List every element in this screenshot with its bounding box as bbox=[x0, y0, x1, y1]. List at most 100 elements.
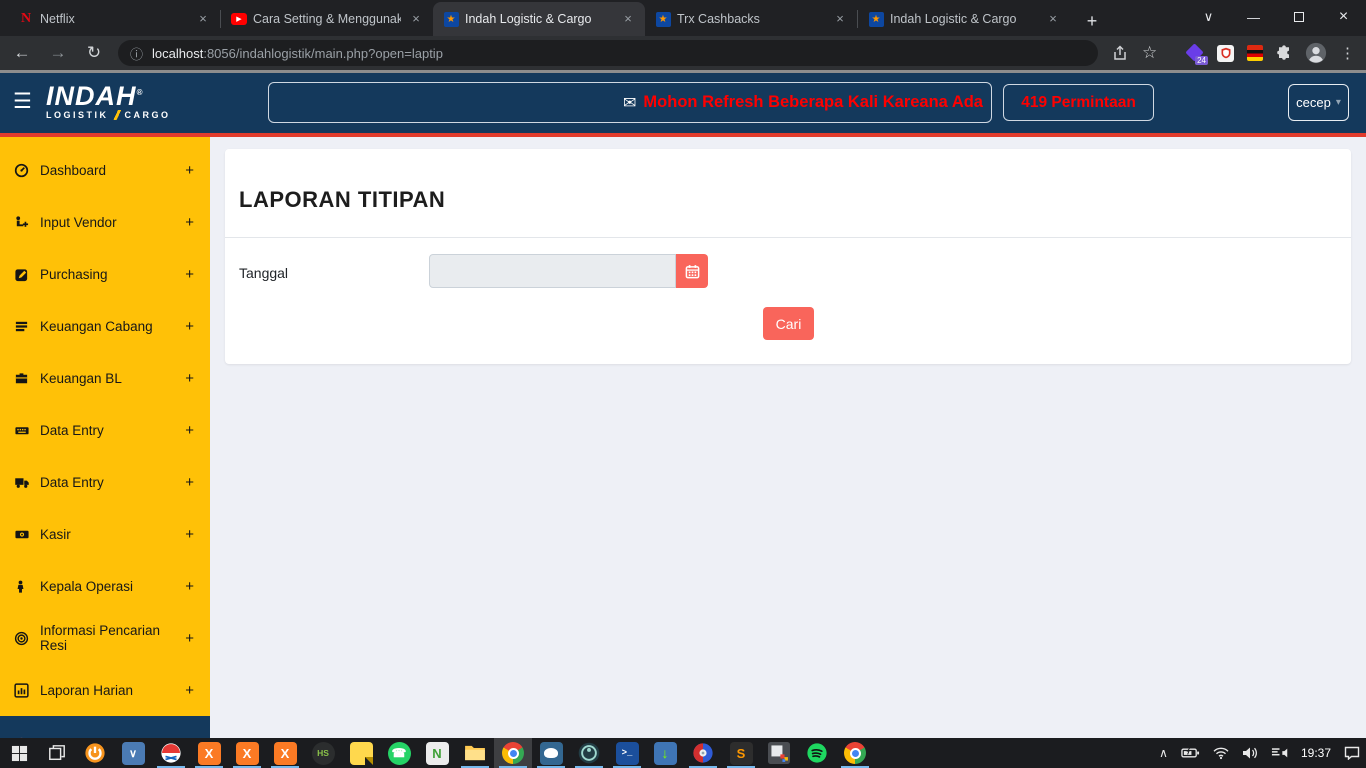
tab-trx-cashbacks[interactable]: ★ Trx Cashbacks × bbox=[645, 2, 857, 36]
remote-support-icon[interactable] bbox=[152, 738, 190, 768]
expand-plus-icon[interactable]: + bbox=[185, 266, 194, 283]
whatsapp-icon[interactable]: ☎ bbox=[380, 738, 418, 768]
xampp-icon[interactable]: X bbox=[266, 738, 304, 768]
file-explorer-icon[interactable] bbox=[456, 738, 494, 768]
share-icon[interactable] bbox=[1112, 45, 1128, 61]
profile-avatar[interactable] bbox=[1305, 42, 1327, 64]
pgadmin-icon[interactable] bbox=[532, 738, 570, 768]
mail-vault-icon[interactable]: ∨ bbox=[114, 738, 152, 768]
url-host: localhost bbox=[152, 46, 203, 61]
sublime-text-icon[interactable]: S bbox=[722, 738, 760, 768]
puzzle-extensions-icon[interactable] bbox=[1276, 45, 1292, 61]
reload-icon[interactable]: ↻ bbox=[80, 39, 108, 67]
user-menu[interactable]: cecep ▾ bbox=[1288, 84, 1349, 121]
bookmark-star-icon[interactable]: ☆ bbox=[1142, 43, 1157, 63]
tray-chevron-up-icon[interactable]: ∧ bbox=[1159, 746, 1168, 760]
sidebar-item-dashboard[interactable]: Dashboard + bbox=[0, 144, 210, 196]
volume-mixer-icon[interactable] bbox=[1271, 746, 1288, 760]
browser-menu-icon[interactable]: ⋮ bbox=[1340, 44, 1356, 62]
expand-plus-icon[interactable]: + bbox=[185, 318, 194, 335]
briefcase-icon bbox=[14, 371, 40, 386]
sidebar-item-input-vendor[interactable]: Input Vendor + bbox=[0, 196, 210, 248]
expand-plus-icon[interactable]: + bbox=[185, 682, 194, 699]
hs-app-icon[interactable]: HS bbox=[304, 738, 342, 768]
expand-plus-icon[interactable]: + bbox=[185, 630, 194, 647]
date-input[interactable] bbox=[429, 254, 676, 288]
chrome-profile2-icon[interactable] bbox=[836, 738, 874, 768]
sidebar-item-data-entry[interactable]: Data Entry + bbox=[0, 404, 210, 456]
address-bar[interactable]: ⓘ localhost:8056/indahlogistik/main.php?… bbox=[118, 40, 1098, 66]
tab-title: Indah Logistic & Cargo bbox=[465, 12, 613, 26]
expand-plus-icon[interactable]: + bbox=[185, 162, 194, 179]
calendar-button[interactable] bbox=[676, 254, 708, 288]
sidebar-item-laporan-harian[interactable]: Laporan Harian + bbox=[0, 664, 210, 716]
dashboard-gauge-icon bbox=[14, 163, 40, 178]
page-title: LAPORAN TITIPAN bbox=[239, 187, 445, 213]
sidebar-item-purchasing[interactable]: Purchasing + bbox=[0, 248, 210, 300]
chrome-icon[interactable] bbox=[494, 738, 532, 768]
action-center-icon[interactable] bbox=[1344, 746, 1360, 760]
notepad-plus-plus-icon[interactable]: N bbox=[418, 738, 456, 768]
tab-indah-logistic-2[interactable]: ★ Indah Logistic & Cargo × bbox=[858, 2, 1070, 36]
tab-close-icon[interactable]: × bbox=[407, 10, 425, 28]
logo-subtitle-left: LOGISTIK bbox=[46, 110, 109, 120]
forward-icon[interactable]: → bbox=[44, 39, 72, 67]
xampp-icon[interactable]: X bbox=[190, 738, 228, 768]
task-view-button[interactable] bbox=[38, 738, 76, 768]
tab-close-icon[interactable]: × bbox=[194, 10, 212, 28]
tab-close-icon[interactable]: × bbox=[831, 10, 849, 28]
tab-youtube[interactable]: ▶ Cara Setting & Menggunakan × bbox=[221, 2, 433, 36]
volume-icon[interactable] bbox=[1242, 746, 1258, 760]
sidebar-item-label: Input Vendor bbox=[40, 215, 185, 230]
calendar-icon bbox=[685, 264, 700, 279]
spotify-icon[interactable] bbox=[798, 738, 836, 768]
disc-burner-icon[interactable] bbox=[684, 738, 722, 768]
expand-plus-icon[interactable]: + bbox=[185, 526, 194, 543]
clock[interactable]: 19:37 bbox=[1301, 746, 1331, 760]
new-tab-button[interactable]: + bbox=[1078, 8, 1106, 36]
obs-icon[interactable] bbox=[570, 738, 608, 768]
maximize-button[interactable] bbox=[1276, 0, 1321, 34]
extensions-area: 24 ⋮ bbox=[1186, 36, 1356, 70]
expand-plus-icon[interactable]: + bbox=[185, 214, 194, 231]
sidebar-item-keuangan-bl[interactable]: Keuangan BL + bbox=[0, 352, 210, 404]
search-button[interactable]: Cari bbox=[763, 307, 814, 340]
tab-netflix[interactable]: N Netflix × bbox=[8, 2, 220, 36]
screen: N Netflix × ▶ Cara Setting & Menggunakan… bbox=[0, 0, 1366, 768]
start-button[interactable] bbox=[0, 738, 38, 768]
app-header: ☰ INDAH® LOGISTIK CARGO ✉ Mohon Refresh … bbox=[0, 73, 1366, 133]
back-icon[interactable]: ← bbox=[8, 39, 36, 67]
openvpn-icon[interactable] bbox=[76, 738, 114, 768]
hamburger-menu-icon[interactable]: ☰ bbox=[13, 89, 32, 114]
battery-icon[interactable] bbox=[1181, 747, 1200, 759]
wifi-icon[interactable] bbox=[1213, 747, 1229, 760]
sidebar-item-kasir[interactable]: Kasir + bbox=[0, 508, 210, 560]
shield-extension-icon[interactable] bbox=[1217, 45, 1234, 62]
xampp-icon[interactable]: X bbox=[228, 738, 266, 768]
idm-icon[interactable]: ↓ bbox=[646, 738, 684, 768]
screenshot-tool-icon[interactable] bbox=[760, 738, 798, 768]
sticky-notes-icon[interactable] bbox=[342, 738, 380, 768]
system-tray: ∧ 19:37 bbox=[1159, 738, 1360, 768]
expand-plus-icon[interactable]: + bbox=[185, 474, 194, 491]
flags-extension-icon[interactable] bbox=[1247, 45, 1263, 61]
sidebar-item-kepala-operasi[interactable]: Kepala Operasi + bbox=[0, 560, 210, 612]
close-button[interactable]: × bbox=[1321, 0, 1366, 34]
expand-plus-icon[interactable]: + bbox=[185, 422, 194, 439]
minimize-button[interactable]: — bbox=[1231, 0, 1276, 34]
sidebar-item-informasi-pencarian-resi[interactable]: Informasi Pencarian Resi + bbox=[0, 612, 210, 664]
tab-close-icon[interactable]: × bbox=[619, 10, 637, 28]
sidebar-item-keuangan-cabang[interactable]: Keuangan Cabang + bbox=[0, 300, 210, 352]
expand-plus-icon[interactable]: + bbox=[185, 370, 194, 387]
powershell-icon[interactable]: >_ bbox=[608, 738, 646, 768]
tab-indah-logistic-active[interactable]: ★ Indah Logistic & Cargo × bbox=[433, 2, 645, 36]
sidebar-item-data-entry-2[interactable]: Data Entry + bbox=[0, 456, 210, 508]
expand-plus-icon[interactable]: + bbox=[185, 578, 194, 595]
tab-search-icon[interactable]: ∨ bbox=[1186, 0, 1231, 34]
site-info-icon[interactable]: ⓘ bbox=[130, 44, 143, 63]
logo-subtitle-right: CARGO bbox=[125, 110, 171, 120]
proxy-extension-icon[interactable]: 24 bbox=[1186, 44, 1204, 62]
requests-badge[interactable]: 419 Permintaan bbox=[1003, 84, 1154, 121]
tab-close-icon[interactable]: × bbox=[1044, 10, 1062, 28]
list-lines-icon bbox=[14, 319, 40, 334]
